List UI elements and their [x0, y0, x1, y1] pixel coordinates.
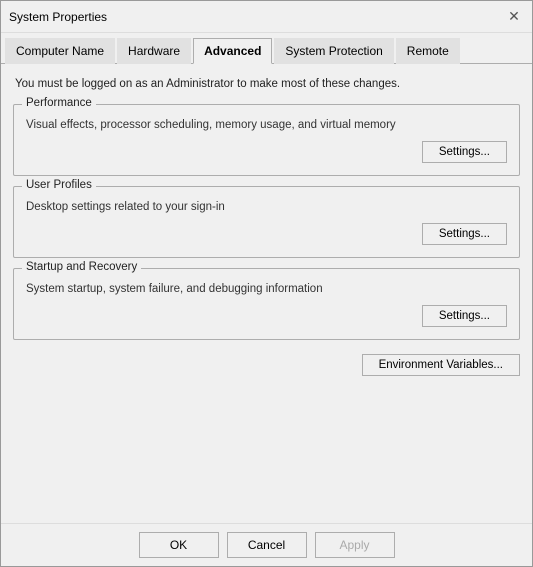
title-bar: System Properties ✕ — [1, 1, 532, 33]
close-button[interactable]: ✕ — [504, 7, 524, 27]
user-profiles-group: User Profiles Desktop settings related t… — [13, 186, 520, 258]
cancel-button[interactable]: Cancel — [227, 532, 307, 558]
startup-recovery-settings-button[interactable]: Settings... — [422, 305, 507, 327]
apply-button: Apply — [315, 532, 395, 558]
tab-computer-name[interactable]: Computer Name — [5, 38, 115, 64]
user-profiles-description: Desktop settings related to your sign-in — [26, 201, 507, 213]
tab-remote[interactable]: Remote — [396, 38, 460, 64]
performance-group: Performance Visual effects, processor sc… — [13, 104, 520, 176]
tab-advanced[interactable]: Advanced — [193, 38, 272, 64]
performance-description: Visual effects, processor scheduling, me… — [26, 119, 507, 131]
startup-recovery-group: Startup and Recovery System startup, sys… — [13, 268, 520, 340]
environment-variables-button[interactable]: Environment Variables... — [362, 354, 520, 376]
user-profiles-settings-button[interactable]: Settings... — [422, 223, 507, 245]
performance-legend: Performance — [22, 97, 96, 109]
bottom-bar: OK Cancel Apply — [1, 523, 532, 566]
tab-bar: Computer Name Hardware Advanced System P… — [1, 33, 532, 64]
startup-recovery-description: System startup, system failure, and debu… — [26, 283, 507, 295]
system-properties-window: System Properties ✕ Computer Name Hardwa… — [0, 0, 533, 567]
startup-recovery-legend: Startup and Recovery — [22, 261, 141, 273]
tab-content: You must be logged on as an Administrato… — [1, 64, 532, 523]
tab-system-protection[interactable]: System Protection — [274, 38, 393, 64]
admin-notice: You must be logged on as an Administrato… — [13, 74, 520, 94]
window-title: System Properties — [9, 10, 107, 24]
tab-hardware[interactable]: Hardware — [117, 38, 191, 64]
ok-button[interactable]: OK — [139, 532, 219, 558]
performance-settings-button[interactable]: Settings... — [422, 141, 507, 163]
env-variables-row: Environment Variables... — [13, 350, 520, 376]
user-profiles-legend: User Profiles — [22, 179, 96, 191]
